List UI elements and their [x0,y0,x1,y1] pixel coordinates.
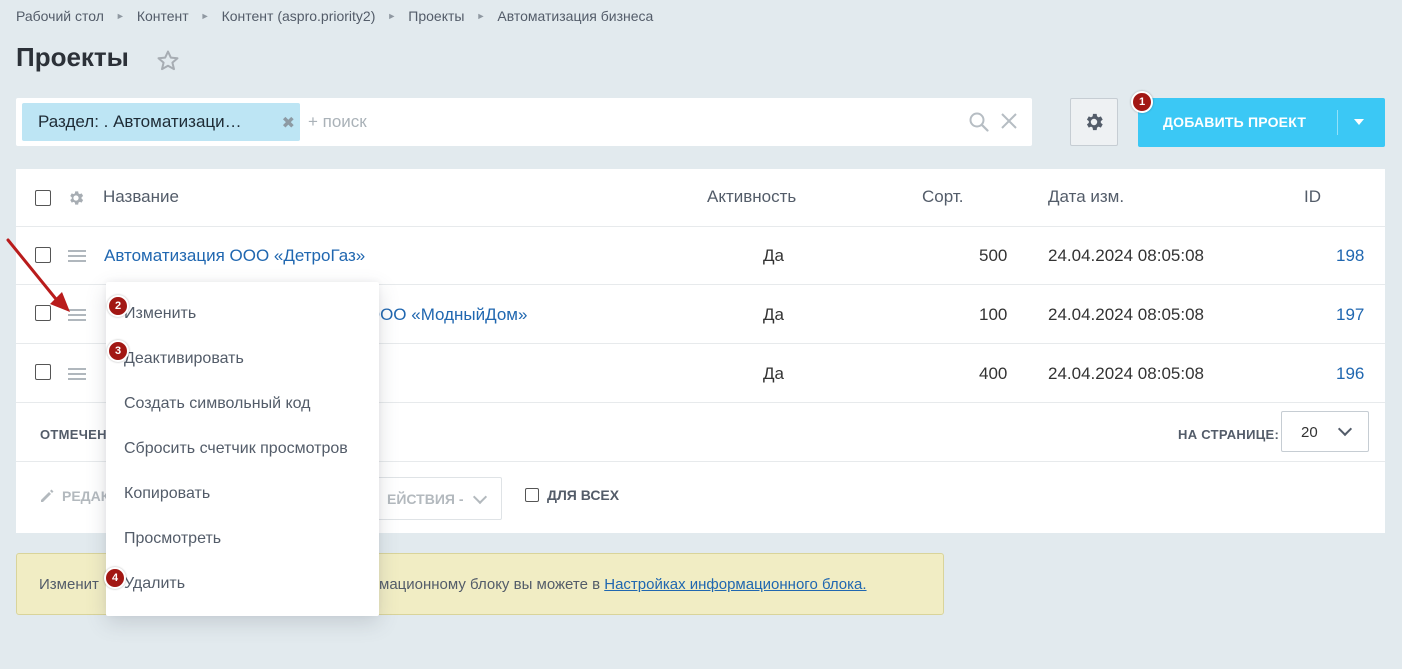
menu-item-delete[interactable]: Удалить [124,575,185,593]
breadcrumb-item-content[interactable]: Контент [137,8,189,24]
chevron-down-icon[interactable] [1354,119,1364,125]
add-project-label: ДОБАВИТЬ ПРОЕКТ [1163,114,1307,130]
row-active: Да [763,246,784,265]
for-all-toggle[interactable]: ДЛЯ ВСЕХ [525,487,619,503]
table-header: Название Активность Сорт. Дата изм. ID [16,169,1385,227]
add-project-button[interactable]: ДОБАВИТЬ ПРОЕКТ [1138,98,1385,147]
gear-icon [1086,113,1103,131]
chevron-down-icon [1337,421,1353,437]
per-page-label: НА СТРАНИЦЕ: [1178,427,1280,442]
menu-item-edit[interactable]: Изменить [124,305,196,323]
menu-item-view[interactable]: Просмотреть [124,530,221,548]
select-all-checkbox[interactable] [35,190,51,206]
notice-text-mid: мационному блоку вы можете в [379,576,605,593]
row-date: 24.04.2024 08:05:08 [1048,246,1204,265]
notice-text: мационному блоку вы можете в Настройках … [379,576,867,593]
column-header-sort[interactable]: Сорт. [922,187,963,207]
search-icon[interactable] [968,111,990,133]
row-active: Да [763,364,784,383]
menu-item-reset-views[interactable]: Сбросить счетчик просмотров [124,440,348,458]
menu-item-deactivate[interactable]: Деактивировать [124,350,244,368]
row-sort: 400 [979,364,1008,383]
menu-icon[interactable] [68,368,86,380]
per-page-value: 20 [1301,424,1318,441]
row-sort: 500 [979,246,1008,265]
menu-item-create-code[interactable]: Создать символьный код [124,395,311,413]
edit-action-button[interactable]: РЕДАК [38,487,109,505]
for-all-label: ДЛЯ ВСЕХ [547,487,620,503]
gear-icon[interactable] [67,189,85,207]
annotation-arrow-icon [6,238,70,312]
close-icon[interactable]: ✖ [282,113,295,133]
step-badge-3: 3 [107,340,129,362]
filter-tag-section[interactable]: Раздел: . Автоматизаци… ✖ [22,103,300,141]
per-page-select[interactable]: 20 [1281,411,1369,452]
settings-button[interactable] [1070,98,1118,146]
edit-action-label: РЕДАК [62,488,110,504]
column-header-name[interactable]: Название [103,187,179,207]
filter-tag-label: Раздел: . Автоматизаци… [38,112,242,131]
row-sort: 100 [979,305,1008,324]
column-header-date[interactable]: Дата изм. [1048,187,1124,207]
column-header-id[interactable]: ID [1304,187,1321,207]
step-badge-1: 1 [1131,91,1153,113]
filter-search-bar[interactable]: Раздел: . Автоматизаци… ✖ + поиск [16,98,1032,146]
row-id[interactable]: 196 [1336,364,1364,384]
star-icon[interactable] [156,49,180,73]
chevron-down-icon [472,489,488,505]
menu-item-copy[interactable]: Копировать [124,485,210,503]
row-id[interactable]: 198 [1336,246,1364,266]
row-name-link[interactable]: Автоматизация ООО «ДетроГаз» [104,246,365,266]
row-id[interactable]: 197 [1336,305,1364,325]
row-context-menu: Изменить Деактивировать Создать символьн… [106,282,379,616]
row-active: Да [763,305,784,324]
step-badge-2: 2 [107,295,129,317]
button-divider [1337,110,1338,135]
search-input[interactable]: + поиск [308,112,367,132]
breadcrumb-separator-icon: ► [200,11,210,21]
notice-text-start: Изменит [39,576,99,593]
column-header-active[interactable]: Активность [707,187,796,207]
breadcrumb-separator-icon: ► [115,11,125,21]
for-all-checkbox[interactable] [525,488,539,502]
row-date: 24.04.2024 08:05:08 [1048,305,1204,324]
row-date: 24.04.2024 08:05:08 [1048,364,1204,383]
row-checkbox[interactable] [35,364,51,380]
breadcrumb-item-projects[interactable]: Проекты [408,8,464,24]
breadcrumb-item-desktop[interactable]: Рабочий стол [16,8,104,24]
breadcrumb-separator-icon: ► [476,11,486,21]
breadcrumb: Рабочий стол ► Контент ► Контент (aspro.… [16,8,653,24]
clear-search-icon[interactable] [1000,112,1018,130]
breadcrumb-separator-icon: ► [387,11,397,21]
table-row: Автоматизация ООО «ДетроГаз» Да 500 24.0… [16,227,1385,285]
breadcrumb-item-business-automation[interactable]: Автоматизация бизнеса [497,8,653,24]
page-title: Проекты [16,42,129,72]
pencil-icon [41,489,54,502]
step-badge-4: 4 [104,567,126,589]
iblock-settings-link[interactable]: Настройках информационного блока. [604,576,866,593]
marked-count-label: ОТМЕЧЕН [40,427,107,442]
breadcrumb-item-content-aspro[interactable]: Контент (aspro.priority2) [222,8,376,24]
group-actions-value: ЕЙСТВИЯ - [387,491,464,507]
